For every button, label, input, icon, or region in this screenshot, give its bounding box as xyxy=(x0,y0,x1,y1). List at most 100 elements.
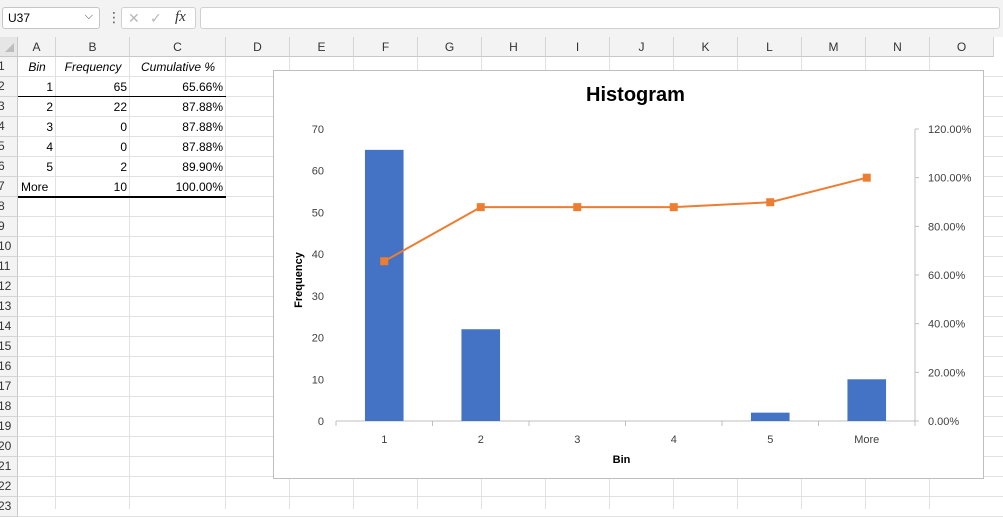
y2-tick-label: 100.00% xyxy=(928,173,972,185)
table-cell[interactable]: 87.88% xyxy=(130,117,226,137)
column-header-n[interactable]: N xyxy=(866,37,930,57)
table-cell[interactable]: 10 xyxy=(56,177,130,197)
y-tick-label: 0 xyxy=(318,416,324,428)
row-header-8[interactable]: 8 xyxy=(0,197,18,217)
column-header-e[interactable]: E xyxy=(290,37,354,57)
table-header-cell[interactable]: Frequency xyxy=(56,57,130,77)
select-all-icon xyxy=(5,43,14,52)
row-header-5[interactable]: 5 xyxy=(0,137,18,157)
table-cell[interactable]: 5 xyxy=(18,157,56,177)
y2-tick-label: 20.00% xyxy=(928,367,966,379)
cumulative-marker xyxy=(669,203,678,212)
table-cell[interactable]: 4 xyxy=(18,137,56,157)
table-header-cell[interactable]: Cumulative % xyxy=(130,57,226,77)
cumulative-marker xyxy=(766,198,775,207)
histogram-chart[interactable]: Histogram 0 10 20 30 40 50 60 70 0.00% 20.00% 40.00… xyxy=(273,70,984,479)
column-header-j[interactable]: J xyxy=(610,37,674,57)
insert-function-icon[interactable]: fx xyxy=(175,9,186,26)
row-header-7[interactable]: 7 xyxy=(0,177,18,197)
row-header-12[interactable]: 12 xyxy=(0,277,18,297)
histogram-bar xyxy=(364,149,404,421)
table-cell[interactable]: 0 xyxy=(56,137,130,157)
header-underline xyxy=(18,96,226,97)
x-tick-label: 1 xyxy=(381,434,387,446)
table-cell[interactable]: 2 xyxy=(56,157,130,177)
y-axis-title: Frequency xyxy=(293,251,305,308)
table-cell[interactable]: 3 xyxy=(18,117,56,137)
table-cell[interactable]: More xyxy=(18,177,56,197)
table-cell[interactable]: 0 xyxy=(56,117,130,137)
row-header-10[interactable]: 10 xyxy=(0,237,18,257)
name-box[interactable]: U37 ⌵ xyxy=(2,7,100,29)
row-header-21[interactable]: 21 xyxy=(0,457,18,477)
row-header-18[interactable]: 18 xyxy=(0,397,18,417)
more-options-icon[interactable]: ⋮ xyxy=(107,9,121,26)
column-header-o[interactable]: O xyxy=(930,37,994,57)
row-header-2[interactable]: 2 xyxy=(0,77,18,97)
column-header-f[interactable]: F xyxy=(354,37,418,57)
x-axis-title: Bin xyxy=(613,454,631,466)
x-tick-label: 3 xyxy=(574,434,580,446)
column-header-c[interactable]: C xyxy=(130,37,226,57)
row-header-20[interactable]: 20 xyxy=(0,437,18,457)
row-header-16[interactable]: 16 xyxy=(0,357,18,377)
row-header-1[interactable]: 1 xyxy=(0,57,18,77)
histogram-bar xyxy=(461,329,501,421)
column-header-m[interactable]: M xyxy=(802,37,866,57)
column-header-l[interactable]: L xyxy=(738,37,802,57)
formula-bar: U37 ⌵ ⋮ ✕ ✓ fx xyxy=(0,0,1003,37)
row-header-4[interactable]: 4 xyxy=(0,117,18,137)
row-header-6[interactable]: 6 xyxy=(0,157,18,177)
chevron-down-icon[interactable]: ⌵ xyxy=(85,10,93,23)
column-header-b[interactable]: B xyxy=(56,37,130,57)
enter-icon[interactable]: ✓ xyxy=(150,10,162,27)
y-tick-label: 10 xyxy=(312,374,324,386)
worksheet-grid[interactable]: ABCDEFGHIJKLMNO 123456789101112131415161… xyxy=(0,37,1003,517)
table-header-cell[interactable]: Bin xyxy=(18,57,56,77)
row-header-11[interactable]: 11 xyxy=(0,257,18,277)
cumulative-marker xyxy=(862,173,871,182)
y-tick-label: 30 xyxy=(312,291,324,303)
cumulative-marker xyxy=(476,203,485,212)
row-header-13[interactable]: 13 xyxy=(0,297,18,317)
column-header-g[interactable]: G xyxy=(418,37,482,57)
select-all-button[interactable] xyxy=(0,37,18,57)
y2-tick-label: 0.00% xyxy=(928,416,959,428)
y-tick-label: 60 xyxy=(312,166,324,178)
chart-svg: Histogram 0 10 20 30 40 50 60 70 0.00% 20.00% 40.00… xyxy=(293,84,972,466)
table-cell[interactable]: 89.90% xyxy=(130,157,226,177)
table-cell[interactable]: 22 xyxy=(56,97,130,117)
row-header-9[interactable]: 9 xyxy=(0,217,18,237)
row-header-3[interactable]: 3 xyxy=(0,97,18,117)
row-header-17[interactable]: 17 xyxy=(0,377,18,397)
table-cell[interactable]: 100.00% xyxy=(130,177,226,197)
cancel-icon[interactable]: ✕ xyxy=(128,10,140,27)
row-header-15[interactable]: 15 xyxy=(0,337,18,357)
y2-tick-label: 80.00% xyxy=(928,221,966,233)
column-header-a[interactable]: A xyxy=(18,37,56,57)
table-cell[interactable]: 87.88% xyxy=(130,137,226,157)
row-header-22[interactable]: 22 xyxy=(0,477,18,497)
histogram-bar xyxy=(847,379,887,421)
formula-buttons: ✕ ✓ fx xyxy=(121,7,196,29)
column-header-k[interactable]: K xyxy=(674,37,738,57)
y-tick-label: 20 xyxy=(312,333,324,345)
column-header-d[interactable]: D xyxy=(226,37,290,57)
x-tick-label: 4 xyxy=(671,434,677,446)
table-cell[interactable]: 1 xyxy=(18,77,56,97)
table-cell[interactable]: 65.66% xyxy=(130,77,226,97)
row-header-19[interactable]: 19 xyxy=(0,417,18,437)
formula-input[interactable] xyxy=(200,7,1000,29)
table-cell[interactable]: 2 xyxy=(18,97,56,117)
name-box-value: U37 xyxy=(8,11,31,25)
table-cell[interactable]: 87.88% xyxy=(130,97,226,117)
column-header-i[interactable]: I xyxy=(546,37,610,57)
table-cell[interactable]: 65 xyxy=(56,77,130,97)
cumulative-line xyxy=(383,176,867,263)
row-header-14[interactable]: 14 xyxy=(0,317,18,337)
histogram-bar xyxy=(750,412,790,421)
y2-tick-label: 60.00% xyxy=(928,270,966,282)
column-header-h[interactable]: H xyxy=(482,37,546,57)
row-header-23[interactable]: 23 xyxy=(0,497,18,517)
x-tick-label: 5 xyxy=(767,434,773,446)
